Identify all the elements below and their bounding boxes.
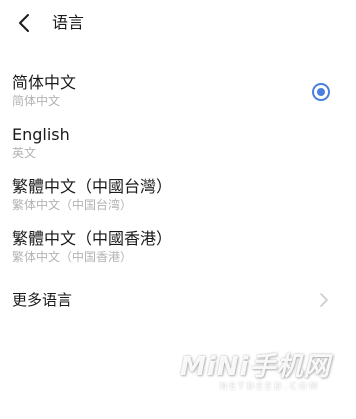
language-subtitle: 繁体中文（中国台湾） <box>12 198 133 212</box>
language-option-zh-hant-hk[interactable]: 繁體中文（中國香港） 繁体中文（中国香港） <box>0 229 356 273</box>
selected-radio-icon[interactable] <box>312 83 330 101</box>
more-languages-row[interactable]: 更多语言 <box>0 285 356 315</box>
back-button[interactable] <box>14 11 38 35</box>
language-name: 简体中文 <box>12 73 77 92</box>
language-subtitle: 简体中文 <box>12 94 61 108</box>
language-name: 繁體中文（中國台灣） <box>12 177 173 196</box>
chevron-left-icon <box>19 14 29 32</box>
language-name: English <box>12 125 70 144</box>
language-subtitle: 繁体中文（中国香港） <box>12 250 133 264</box>
header-bar: 语言 <box>0 0 356 48</box>
page-title: 语言 <box>52 13 85 32</box>
language-name: 繁體中文（中國香港） <box>12 229 173 248</box>
language-option-english[interactable]: English 英文 <box>0 125 356 169</box>
chevron-right-icon <box>320 293 328 307</box>
radio-dot <box>317 88 325 96</box>
language-subtitle: 英文 <box>12 146 37 160</box>
watermark-logo: MiNi手机网 NETDEED.COM <box>180 352 340 402</box>
watermark-brand: MiNi手机网 <box>180 352 331 382</box>
watermark-domain: NETDEED.COM <box>220 382 321 392</box>
language-option-zh-hant-tw[interactable]: 繁體中文（中國台灣） 繁体中文（中国台湾） <box>0 177 356 221</box>
more-languages-label: 更多语言 <box>12 291 73 309</box>
language-option-zh-hans[interactable]: 简体中文 简体中文 <box>0 73 356 117</box>
